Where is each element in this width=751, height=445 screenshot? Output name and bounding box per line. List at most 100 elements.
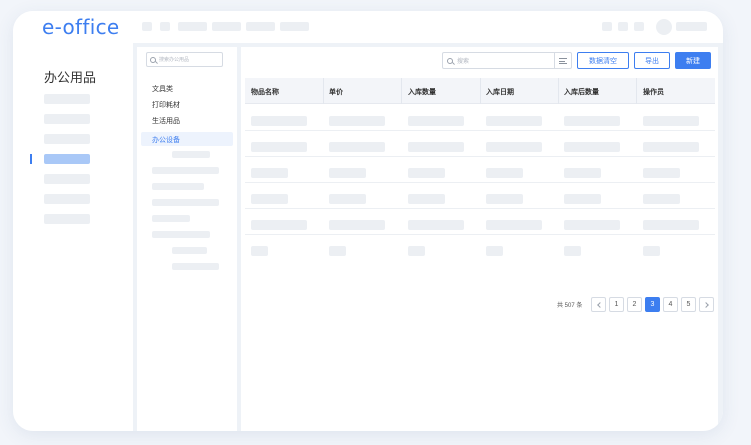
tree-child-placeholder[interactable] — [172, 247, 207, 254]
sidebar-item[interactable] — [44, 114, 90, 124]
page-button-4[interactable]: 4 — [663, 297, 678, 312]
chevron-right-icon — [702, 301, 709, 308]
table-cell-placeholder — [643, 194, 680, 204]
table-cell-placeholder — [643, 220, 699, 230]
sidebar-item-active[interactable] — [44, 154, 90, 164]
top-icon-placeholder[interactable] — [618, 22, 628, 31]
top-nav-placeholder[interactable] — [280, 22, 309, 31]
tree-item-daily-goods[interactable]: 生活用品 — [152, 116, 180, 126]
tree-item-placeholder[interactable] — [152, 215, 190, 222]
top-nav-placeholder[interactable] — [160, 22, 170, 31]
tree-item-placeholder[interactable] — [152, 183, 204, 190]
prev-page-button[interactable] — [591, 297, 606, 312]
sidebar-item[interactable] — [44, 94, 90, 104]
table-search-placeholder: 搜索 — [457, 59, 470, 65]
sidebar-title: 办公用品 — [44, 70, 97, 85]
sidebar-item[interactable] — [44, 174, 90, 184]
table-cell-placeholder — [643, 142, 699, 152]
page-button-2[interactable]: 2 — [627, 297, 642, 312]
table-cell-placeholder — [564, 116, 620, 126]
table-cell-placeholder — [329, 142, 385, 152]
table-cell-placeholder — [329, 220, 385, 230]
tree-item-placeholder[interactable] — [152, 167, 219, 174]
tree-item-placeholder[interactable] — [152, 231, 210, 238]
tree-item-printing-supplies[interactable]: 打印耗材 — [152, 100, 180, 110]
column-header-qty-after-stock-in[interactable]: 入库后数量 — [564, 87, 599, 97]
table-cell-placeholder — [408, 142, 464, 152]
sidebar-item[interactable] — [44, 214, 90, 224]
table-cell-placeholder — [643, 168, 680, 178]
category-tree: 搜索办公用品 文具类 打印耗材 生活用品 办公设备 — [137, 47, 237, 431]
table-cell-placeholder — [564, 246, 581, 256]
sidebar-active-indicator — [30, 154, 32, 164]
table-cell-placeholder — [486, 142, 542, 152]
column-header-operator[interactable]: 操作员 — [643, 87, 664, 97]
table-cell-placeholder — [329, 168, 366, 178]
table-header: 物品名称 单价 入库数量 入库日期 入库后数量 操作员 — [245, 78, 715, 104]
export-button[interactable]: 导出 — [634, 52, 670, 69]
table-search-input[interactable]: 搜索 — [442, 52, 572, 69]
page-button-1[interactable]: 1 — [609, 297, 624, 312]
table-cell-placeholder — [251, 142, 307, 152]
sidebar-item[interactable] — [44, 134, 90, 144]
avatar[interactable] — [656, 19, 672, 35]
tree-item-stationery[interactable]: 文具类 — [152, 84, 173, 94]
search-icon — [150, 56, 156, 63]
app-window: e-office 办公用品 搜索办公用品 文具类 打印耗材 生活用品 办公设备 … — [13, 11, 723, 431]
top-nav-placeholder[interactable] — [246, 22, 275, 31]
row-divider — [245, 156, 715, 157]
table-cell-placeholder — [564, 194, 601, 204]
row-divider — [245, 182, 715, 183]
row-divider — [245, 234, 715, 235]
top-nav-placeholder[interactable] — [142, 22, 152, 31]
page-button-5[interactable]: 5 — [681, 297, 696, 312]
tree-search-input[interactable]: 搜索办公用品 — [146, 52, 223, 67]
table-cell-placeholder — [329, 246, 346, 256]
table-cell-placeholder — [564, 168, 601, 178]
tree-item-placeholder[interactable] — [152, 199, 219, 206]
chevron-left-icon — [596, 301, 603, 308]
tree-item-office-equipment[interactable]: 办公设备 — [152, 135, 180, 145]
page-button-3[interactable]: 3 — [645, 297, 660, 312]
top-nav-placeholder[interactable] — [178, 22, 207, 31]
table-cell-placeholder — [251, 246, 268, 256]
tree-search-placeholder: 搜索办公用品 — [159, 57, 190, 63]
tree-child-placeholder[interactable] — [172, 263, 219, 270]
table-cell-placeholder — [486, 246, 503, 256]
column-header-item-name[interactable]: 物品名称 — [251, 87, 279, 97]
row-divider — [245, 208, 715, 209]
clear-data-button[interactable]: 数据清空 — [577, 52, 629, 69]
table-cell-placeholder — [251, 168, 288, 178]
table-cell-placeholder — [251, 116, 307, 126]
tree-child-placeholder[interactable] — [172, 151, 210, 158]
sidebar: 办公用品 — [13, 43, 133, 431]
table-cell-placeholder — [486, 116, 542, 126]
table-cell-placeholder — [486, 168, 523, 178]
new-button[interactable]: 新建 — [675, 52, 711, 69]
column-header-stock-in-date[interactable]: 入库日期 — [486, 87, 514, 97]
table-cell-placeholder — [486, 194, 523, 204]
row-divider — [245, 130, 715, 131]
search-icon — [447, 57, 453, 64]
user-name-placeholder[interactable] — [676, 22, 707, 31]
table-cell-placeholder — [408, 220, 464, 230]
table-cell-placeholder — [486, 220, 542, 230]
content-panel: 搜索 数据清空 导出 新建 物品名称 单价 入库数量 入库日期 入库后数量 操作… — [241, 47, 718, 431]
top-icon-placeholder[interactable] — [602, 22, 612, 31]
next-page-button[interactable] — [699, 297, 714, 312]
column-header-unit-price[interactable]: 单价 — [329, 87, 343, 97]
table-cell-placeholder — [564, 220, 620, 230]
table-cell-placeholder — [643, 116, 699, 126]
table-cell-placeholder — [408, 168, 445, 178]
table-cell-placeholder — [408, 246, 425, 256]
top-nav-placeholder[interactable] — [212, 22, 241, 31]
table-cell-placeholder — [329, 194, 366, 204]
table-cell-placeholder — [643, 246, 660, 256]
table-cell-placeholder — [251, 220, 307, 230]
column-header-stock-in-qty[interactable]: 入库数量 — [408, 87, 436, 97]
advanced-filter-icon[interactable] — [554, 53, 571, 68]
table-cell-placeholder — [329, 116, 385, 126]
logo: e-office — [42, 15, 120, 39]
top-icon-placeholder[interactable] — [634, 22, 644, 31]
sidebar-item[interactable] — [44, 194, 90, 204]
